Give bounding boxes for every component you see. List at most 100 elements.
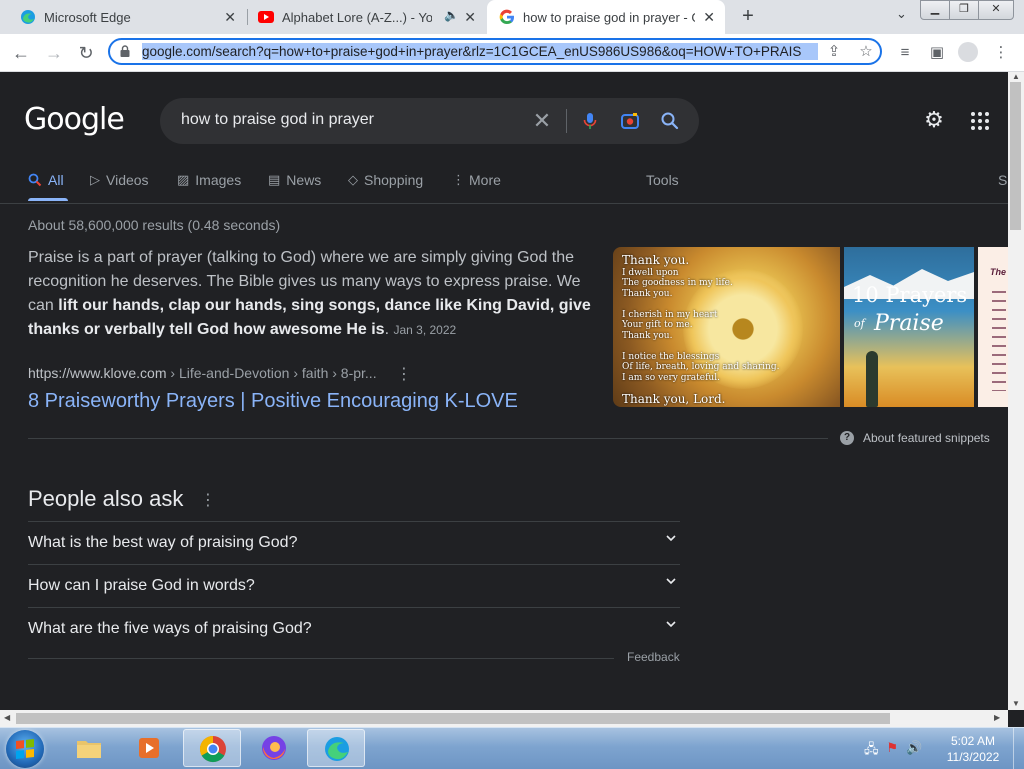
chevron-down-icon <box>666 578 676 585</box>
start-button[interactable] <box>6 730 44 768</box>
about-featured-snippets[interactable]: ? About featured snippets <box>840 431 990 445</box>
bookmark-star-icon[interactable]: ☆ <box>856 42 876 62</box>
tab-google-search[interactable]: how to praise god in prayer - Go ✕ <box>487 0 725 34</box>
vertical-scroll-thumb[interactable] <box>1010 82 1021 230</box>
vertical-scrollbar[interactable]: ▲ ▼ <box>1008 72 1024 710</box>
network-icon[interactable]: 🖧 <box>864 740 879 762</box>
tab-shopping[interactable]: ◇ Shopping <box>348 172 423 188</box>
feedback-link[interactable]: Feedback <box>627 650 680 664</box>
side-panel-icon[interactable]: ▣ <box>926 42 948 64</box>
maximize-button[interactable]: ❐ <box>949 0 979 20</box>
new-tab-button[interactable]: + <box>738 5 758 28</box>
tab-search-chevron-icon[interactable]: ⌄ <box>896 6 907 22</box>
close-tab-icon[interactable]: ✕ <box>703 9 715 26</box>
minimize-button[interactable]: ▁ <box>920 0 950 20</box>
address-bar[interactable]: google.com/search?q=how+to+praise+god+in… <box>108 38 882 65</box>
tab-title: how to praise god in prayer - Go <box>523 9 695 25</box>
snippet-text-end: . <box>384 321 390 338</box>
tab-safesearch-cut[interactable]: S <box>998 172 1007 188</box>
url-text[interactable]: google.com/search?q=how+to+praise+god+in… <box>142 43 818 60</box>
close-window-button[interactable]: ✕ <box>978 0 1014 20</box>
clear-search-icon[interactable]: ✕ <box>532 110 552 132</box>
lock-icon[interactable] <box>120 45 130 57</box>
close-tab-icon[interactable]: ✕ <box>464 9 476 26</box>
search-input[interactable]: how to praise god in prayer <box>181 111 374 129</box>
profile-button[interactable] <box>958 42 980 64</box>
taskbar-media-player[interactable] <box>120 729 178 767</box>
camera-lens-icon[interactable] <box>620 111 640 131</box>
back-button[interactable]: ← <box>10 42 32 64</box>
help-icon: ? <box>840 431 854 445</box>
tab-microsoft-edge[interactable]: Microsoft Edge ✕ <box>0 0 246 34</box>
tab-images[interactable]: ▨ Images <box>177 172 241 188</box>
horizontal-scrollbar[interactable]: ◀ ▶ <box>0 710 1008 727</box>
about-label: About featured snippets <box>863 431 990 445</box>
tab-more[interactable]: ⋮ More <box>452 172 501 188</box>
image-caption: Thank you. I dwell upon The goodness in … <box>622 253 780 406</box>
chrome-icon <box>199 735 226 763</box>
tab-videos[interactable]: ▷ Videos <box>90 172 149 188</box>
paa-question-text: What is the best way of praising God? <box>28 534 298 551</box>
reload-button[interactable]: ↻ <box>75 42 97 64</box>
tab-all[interactable]: All <box>28 172 64 188</box>
taskbar-chrome[interactable] <box>183 729 241 767</box>
featured-snippet-text: Praise is a part of prayer (talking to G… <box>28 246 600 342</box>
tab-news[interactable]: ▤ News <box>268 172 321 188</box>
settings-gear-icon[interactable]: ⚙ <box>922 108 946 132</box>
show-desktop-button[interactable] <box>1013 728 1024 769</box>
horizontal-scroll-thumb[interactable] <box>16 713 890 724</box>
google-icon <box>499 9 514 25</box>
prayer-text-image[interactable]: The <box>978 247 1008 407</box>
nav-divider <box>0 203 1008 204</box>
media-controls-icon[interactable]: ≡ <box>894 42 916 64</box>
browser-menu-icon[interactable]: ⋮ <box>990 42 1012 64</box>
scroll-left-icon[interactable]: ◀ <box>4 713 10 722</box>
google-logo[interactable]: Google <box>24 102 125 137</box>
firefox-icon <box>262 736 286 760</box>
thank-you-prayer-image[interactable]: Thank you. I dwell upon The goodness in … <box>613 247 840 407</box>
paa-options-icon[interactable]: ⋮ <box>200 490 216 510</box>
tools-button[interactable]: Tools <box>646 172 679 188</box>
scroll-right-icon[interactable]: ▶ <box>994 713 1000 722</box>
image-subtitle: Praise <box>874 311 944 336</box>
search-results-page: Google how to praise god in prayer ✕ ⚙ A… <box>0 72 1008 710</box>
taskbar-firefox[interactable] <box>245 729 303 767</box>
clock-time: 5:02 AM <box>950 734 996 748</box>
video-play-icon: ▷ <box>90 172 100 187</box>
snippet-bold-text: lift our hands, clap our hands, sing son… <box>28 297 591 338</box>
paa-question[interactable]: What is the best way of praising God? <box>28 521 680 565</box>
volume-icon[interactable]: 🔊 <box>906 740 922 762</box>
tag-icon: ◇ <box>348 172 358 187</box>
result-title-link[interactable]: 8 Praiseworthy Prayers | Positive Encour… <box>28 390 518 413</box>
tab-label: Videos <box>106 172 149 188</box>
scroll-down-icon[interactable]: ▼ <box>1012 699 1020 708</box>
result-path: › Life-and-Devotion › faith › 8-pr... <box>166 365 377 381</box>
text-lines-graphic <box>992 291 1006 391</box>
search-nav-tabs: All ▷ Videos ▨ Images ▤ News ◇ Shopping … <box>28 164 1008 204</box>
speaker-icon[interactable]: 🔈 <box>444 8 459 22</box>
paa-question[interactable]: What are the five ways of praising God? <box>28 607 680 651</box>
tab-alphabet-lore[interactable]: Alphabet Lore (A-Z...) - YouTu 🔈 ✕ <box>248 0 486 34</box>
tab-label: Images <box>195 172 242 188</box>
taskbar-file-explorer[interactable] <box>60 729 118 767</box>
search-box[interactable]: how to praise god in prayer ✕ <box>160 98 699 144</box>
google-apps-icon[interactable] <box>971 112 989 130</box>
microphone-icon[interactable] <box>580 111 600 131</box>
youtube-icon <box>258 11 274 23</box>
taskbar-clock[interactable]: 5:02 AM 11/3/2022 <box>930 733 1016 765</box>
share-icon[interactable]: ⇪ <box>824 42 844 62</box>
avatar <box>958 42 978 62</box>
action-center-flag-icon[interactable]: ⚑ <box>887 740 899 762</box>
forward-button[interactable]: → <box>43 42 65 64</box>
close-tab-icon[interactable]: ✕ <box>224 9 236 26</box>
edge-icon <box>325 737 349 761</box>
result-options-icon[interactable]: ⋮ <box>396 364 412 384</box>
taskbar-edge[interactable] <box>307 729 365 767</box>
paa-question[interactable]: How can I praise God in words? <box>28 564 680 608</box>
scroll-up-icon[interactable]: ▲ <box>1012 72 1020 81</box>
ten-prayers-of-praise-image[interactable]: 10 Prayers of Praise <box>844 247 974 407</box>
tab-label: All <box>48 172 64 188</box>
result-url[interactable]: https://www.klove.com › Life-and-Devotio… <box>28 365 377 381</box>
snippet-date: Jan 3, 2022 <box>393 323 457 337</box>
search-icon[interactable] <box>660 111 680 131</box>
